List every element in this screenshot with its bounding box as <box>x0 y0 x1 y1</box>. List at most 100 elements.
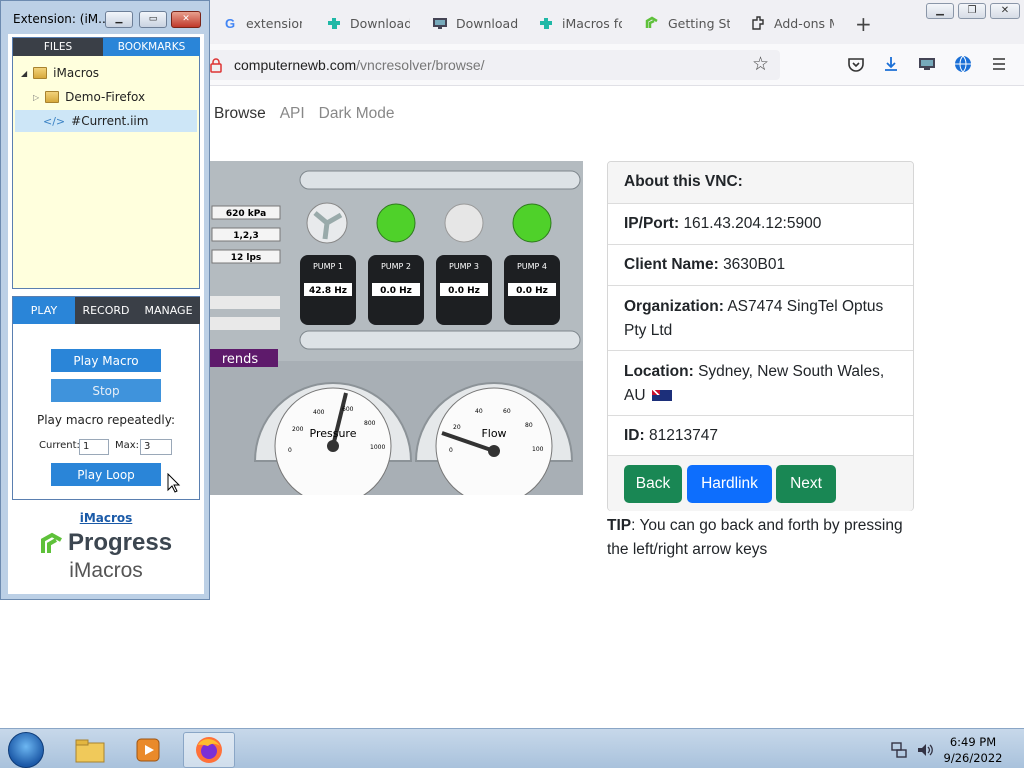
progress-logo: Progress <box>40 529 172 557</box>
lock-icon <box>210 58 222 73</box>
readout-flow: 12 lps <box>231 253 262 263</box>
imacros-link[interactable]: iMacros <box>8 511 204 525</box>
browser-tab[interactable]: G extensions f <box>222 10 302 36</box>
card-footer: Back Hardlink Next <box>608 455 913 511</box>
info-row-id: ID: 81213747 <box>608 415 913 455</box>
tree-folder-imacros[interactable]: ◢ iMacros <box>21 62 99 84</box>
gauge-label: Flow <box>481 427 506 440</box>
gauge-label: Pressure <box>310 427 357 440</box>
browser-tab[interactable]: Add-ons M <box>750 10 834 36</box>
firefox-taskbar-icon[interactable] <box>183 732 235 768</box>
start-button[interactable] <box>8 732 44 768</box>
max-label: Max: <box>115 440 140 451</box>
tree-label: #Current.iim <box>71 114 149 128</box>
next-button[interactable]: Next <box>776 465 836 503</box>
browser-tab[interactable]: Download a <box>432 10 518 36</box>
readout-pumps: 1,2,3 <box>233 231 259 241</box>
clock-date: 9/26/2022 <box>943 751 1003 765</box>
tip-label: TIP <box>607 517 632 534</box>
pocket-icon[interactable] <box>846 54 866 74</box>
gauge-tick: 400 <box>313 409 325 416</box>
gauge-tick: 1000 <box>370 444 385 451</box>
media-player-icon[interactable] <box>122 732 174 768</box>
tip-body: : You can go back and forth by pressing … <box>607 517 903 558</box>
imacros-body: FILES BOOKMARKS ◢ iMacros ▷ Demo-Firefox… <box>8 34 204 594</box>
file-explorer-icon[interactable] <box>64 732 116 768</box>
imacros-maximize-button[interactable]: ▭ <box>139 11 167 28</box>
repeat-label: Play macro repeatedly: <box>36 413 176 427</box>
tree-file-current[interactable]: </> #Current.iim <box>15 110 197 132</box>
row-label: IP/Port: <box>624 215 680 232</box>
nav-api[interactable]: API <box>280 105 305 123</box>
pump-label: PUMP 2 <box>381 262 411 271</box>
url-domain: computernewb.com <box>234 57 357 73</box>
hardlink-button[interactable]: Hardlink <box>687 465 772 503</box>
row-label: Organization: <box>624 298 724 315</box>
nav-dark-mode[interactable]: Dark Mode <box>319 105 395 123</box>
folder-icon <box>33 67 48 79</box>
back-button[interactable]: Back <box>624 465 682 503</box>
pump-value: 42.8 Hz <box>309 286 347 296</box>
pump-value: 0.0 Hz <box>516 286 548 296</box>
imacros-minimize-button[interactable]: ▁ <box>105 11 133 28</box>
australia-flag-icon <box>651 390 672 402</box>
browser-tab[interactable]: Download A <box>326 10 410 36</box>
row-label: Location: <box>624 363 694 380</box>
browser-tab[interactable]: Getting Star <box>644 10 730 36</box>
info-row-ip: IP/Port: 161.43.204.12:5900 <box>608 203 913 244</box>
gauge-tick: 20 <box>453 424 461 431</box>
globe-extension-icon[interactable] <box>953 54 973 74</box>
imacros-window: Extension: (iM... ▁ ▭ ✕ FILES BOOKMARKS … <box>0 0 210 600</box>
new-tab-button[interactable]: + <box>855 12 872 36</box>
readout-pressure: 620 kPa <box>226 209 266 219</box>
minimize-button[interactable]: ▁ <box>926 3 954 19</box>
url-text: computernewb.com/vncresolver/browse/ <box>234 57 485 73</box>
tab-label: iMacros for <box>562 15 622 31</box>
expanded-arrow-icon: ◢ <box>21 68 28 78</box>
tip-text: TIP: You can go back and forth by pressi… <box>607 514 917 562</box>
volume-icon[interactable] <box>910 732 940 768</box>
nav-browse[interactable]: Browse <box>214 105 266 123</box>
system-clock[interactable]: 6:49 PM 9/26/2022 <box>940 734 1006 766</box>
url-bar[interactable]: computernewb.com/vncresolver/browse/ <box>200 50 780 80</box>
folder-icon <box>45 91 60 103</box>
max-stepper[interactable]: 3 <box>140 439 172 455</box>
close-button[interactable]: ✕ <box>990 3 1020 19</box>
menu-icon[interactable] <box>989 54 1009 74</box>
play-panel: PLAY RECORD MANAGE Play Macro Stop Play … <box>12 296 200 500</box>
tab-record[interactable]: RECORD <box>75 297 137 324</box>
imacros-logo: iMacros <box>69 559 143 582</box>
bookmark-star-icon[interactable]: ☆ <box>752 53 769 75</box>
download-icon[interactable] <box>881 54 901 74</box>
progress-logo-text: Progress <box>68 529 173 556</box>
taskbar: 6:49 PM 9/26/2022 <box>0 728 1024 768</box>
pump-label: PUMP 1 <box>313 262 343 271</box>
trends-button-label: rends <box>222 352 259 367</box>
imacros-window-title: Extension: (iM... <box>13 12 110 26</box>
play-macro-button[interactable]: Play Macro <box>51 349 161 372</box>
restore-button[interactable]: ❐ <box>958 3 986 19</box>
url-path: /vncresolver/browse/ <box>356 57 485 73</box>
current-stepper[interactable]: 1 <box>79 439 109 455</box>
tab-bookmarks[interactable]: BOOKMARKS <box>103 38 200 56</box>
tab-label: Download a <box>456 15 518 31</box>
tab-label: Getting Star <box>668 15 730 31</box>
collapsed-arrow-icon: ▷ <box>33 92 40 102</box>
monitor-extension-icon[interactable] <box>917 54 937 74</box>
tab-play[interactable]: PLAY <box>13 297 75 324</box>
gauge-tick: 600 <box>342 406 354 413</box>
tree-folder-demo-firefox[interactable]: ▷ Demo-Firefox <box>33 86 145 108</box>
pump-label: PUMP 4 <box>517 262 547 271</box>
tab-manage[interactable]: MANAGE <box>137 297 200 324</box>
info-row-organization: Organization: AS7474 SingTel Optus Pty L… <box>608 285 913 350</box>
tab-label: Download A <box>350 15 410 31</box>
site-nav: Browse API Dark Mode <box>214 105 394 123</box>
play-loop-button[interactable]: Play Loop <box>51 463 161 486</box>
stop-button[interactable]: Stop <box>51 379 161 402</box>
tab-files[interactable]: FILES <box>13 38 103 56</box>
tab-label: Add-ons M <box>774 15 834 31</box>
row-label: Client Name: <box>624 256 719 273</box>
browser-tab[interactable]: iMacros for <box>538 10 622 36</box>
imacros-close-button[interactable]: ✕ <box>171 11 201 28</box>
info-row-client: Client Name: 3630B01 <box>608 244 913 285</box>
